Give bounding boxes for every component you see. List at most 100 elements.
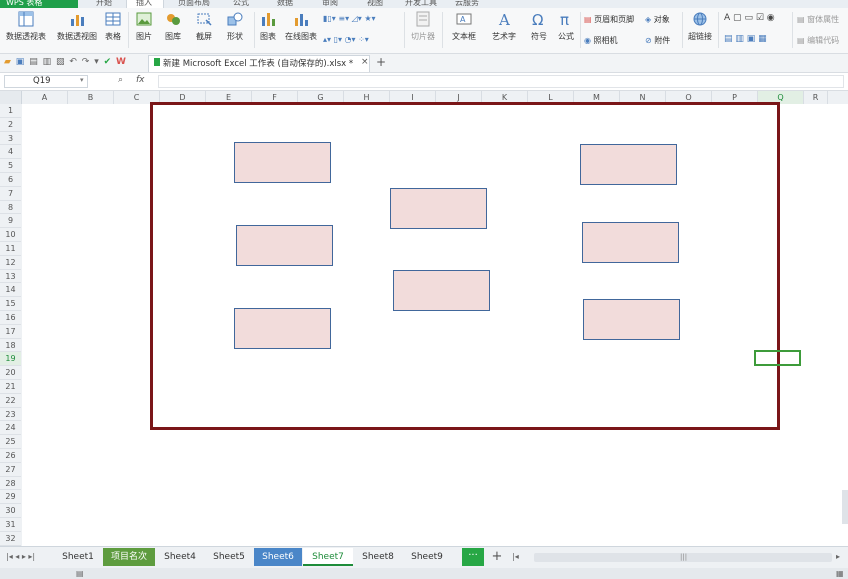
table-button[interactable]: 表格 bbox=[104, 11, 122, 49]
formula-button[interactable]: π 公式 bbox=[555, 11, 577, 49]
row-header[interactable]: 26 bbox=[0, 449, 21, 463]
row-header[interactable]: 5 bbox=[0, 159, 21, 173]
rectangle-shape[interactable] bbox=[236, 225, 333, 266]
row-header[interactable]: 19 bbox=[0, 352, 21, 367]
redo-icon[interactable]: ↷ bbox=[82, 57, 91, 67]
row-header[interactable]: 30 bbox=[0, 504, 21, 518]
column-header[interactable]: B bbox=[68, 91, 114, 104]
sheet-tab[interactable]: Sheet1 bbox=[54, 548, 102, 566]
column-header[interactable]: A bbox=[22, 91, 68, 104]
tab-review[interactable]: 审阅 bbox=[322, 0, 338, 8]
form-properties-button[interactable]: ▤ 窗体属性 bbox=[797, 14, 847, 25]
scroll-right-icon[interactable]: ▸ bbox=[836, 552, 840, 561]
prev-sheet-icon[interactable]: ◂ bbox=[15, 552, 19, 561]
tab-view[interactable]: 视图 bbox=[367, 0, 383, 8]
online-chart-button[interactable]: 在线图表 bbox=[282, 11, 320, 49]
formula-input[interactable] bbox=[158, 75, 844, 88]
chart-type-dropdowns-bottom[interactable]: ▴▾ ▯▾ ◔▾ ⁘▾ bbox=[323, 35, 369, 44]
attachment-button[interactable]: ⊘ 附件 bbox=[645, 35, 670, 46]
symbol-button[interactable]: Ω 符号 bbox=[526, 11, 552, 49]
wordart-button[interactable]: A 艺术字 bbox=[486, 11, 522, 49]
print-preview-icon[interactable]: ▤ bbox=[29, 57, 39, 67]
row-header[interactable]: 31 bbox=[0, 518, 21, 532]
row-header[interactable]: 12 bbox=[0, 256, 21, 270]
row-header[interactable]: 29 bbox=[0, 490, 21, 505]
rectangle-shape[interactable] bbox=[390, 188, 487, 229]
sheet-tab[interactable]: Sheet7 bbox=[303, 548, 353, 566]
macro-record-icon[interactable]: ▤ bbox=[76, 569, 84, 578]
edit-code-button[interactable]: ▤ 编辑代码 bbox=[797, 35, 847, 46]
row-header[interactable]: 4 bbox=[0, 145, 21, 160]
pivot-chart-button[interactable]: 数据透视图 bbox=[54, 11, 100, 49]
export-pdf-icon[interactable]: ▧ bbox=[56, 57, 66, 67]
scroll-left-icon[interactable]: |◂ bbox=[512, 552, 519, 561]
document-tab[interactable]: 新建 Microsoft Excel 工作表 (自动保存的).xlsx * bbox=[148, 55, 370, 72]
rectangle-shape[interactable] bbox=[580, 144, 677, 185]
shapes-button[interactable]: 形状 bbox=[222, 11, 248, 49]
screenshot-button[interactable]: 截屏 bbox=[192, 11, 216, 49]
check-icon[interactable]: ✔ bbox=[104, 57, 113, 67]
rectangle-shape[interactable] bbox=[234, 308, 331, 349]
chart-button[interactable]: 图表 bbox=[258, 11, 278, 49]
tab-cloud[interactable]: 云服务 bbox=[455, 0, 479, 8]
row-header[interactable]: 2 bbox=[0, 118, 21, 132]
normal-view-icon[interactable]: ▦ bbox=[836, 569, 844, 578]
row-header[interactable]: 23 bbox=[0, 408, 21, 422]
form-controls-top[interactable]: A ▢ ▭ ☑ ◉ bbox=[724, 13, 775, 23]
form-controls-bottom[interactable]: ▤ ▥ ▣ ▦ bbox=[724, 34, 767, 44]
print-icon[interactable]: ▥ bbox=[43, 57, 53, 67]
row-header[interactable]: 7 bbox=[0, 187, 21, 201]
row-header[interactable]: 9 bbox=[0, 214, 21, 229]
undo-icon[interactable]: ↶ bbox=[69, 57, 78, 67]
sheet-tab[interactable]: Sheet6 bbox=[254, 548, 302, 566]
open-folder-icon[interactable]: ▰ bbox=[4, 57, 12, 67]
row-header[interactable]: 15 bbox=[0, 297, 21, 311]
tab-insert[interactable]: 插入 bbox=[136, 0, 152, 8]
row-header[interactable]: 8 bbox=[0, 201, 21, 215]
row-header[interactable]: 25 bbox=[0, 435, 21, 449]
row-header[interactable]: 1 bbox=[0, 104, 21, 118]
app-menu-button[interactable]: WPS 表格 bbox=[0, 0, 78, 8]
row-header[interactable]: 18 bbox=[0, 339, 21, 353]
textbox-button[interactable]: A 文本框 bbox=[446, 11, 482, 49]
row-header[interactable]: 13 bbox=[0, 270, 21, 284]
rectangle-shape[interactable] bbox=[393, 270, 490, 311]
insert-function-button[interactable]: fx bbox=[136, 75, 145, 85]
vertical-scrollbar[interactable] bbox=[842, 490, 848, 524]
row-header[interactable]: 20 bbox=[0, 366, 21, 380]
row-header[interactable]: 27 bbox=[0, 463, 21, 477]
camera-button[interactable]: ◉ 照相机 bbox=[584, 35, 618, 46]
pivot-table-button[interactable]: 数据透视表 bbox=[4, 11, 48, 49]
wps-logo-icon[interactable]: W bbox=[116, 57, 127, 67]
row-header[interactable]: 21 bbox=[0, 380, 21, 394]
row-header[interactable]: 22 bbox=[0, 394, 21, 408]
hyperlink-button[interactable]: 超链接 bbox=[685, 11, 715, 49]
rectangle-shape[interactable] bbox=[582, 222, 679, 263]
tab-page-layout[interactable]: 页面布局 bbox=[178, 0, 210, 8]
picture-button[interactable]: 图片 bbox=[132, 11, 156, 49]
header-footer-button[interactable]: ▤ 页眉和页脚 bbox=[584, 14, 634, 25]
sheet-tab[interactable]: Sheet5 bbox=[205, 548, 253, 566]
add-sheet-icon[interactable]: + bbox=[490, 548, 504, 566]
rectangle-shape[interactable] bbox=[583, 299, 680, 340]
row-header[interactable]: 24 bbox=[0, 421, 21, 436]
last-sheet-icon[interactable]: ▸| bbox=[28, 552, 35, 561]
row-header[interactable]: 3 bbox=[0, 132, 21, 146]
save-icon[interactable]: ▣ bbox=[16, 57, 26, 67]
column-header[interactable]: R bbox=[804, 91, 828, 104]
row-header[interactable]: 28 bbox=[0, 477, 21, 491]
chart-type-dropdowns-top[interactable]: ▮▯▾ ≡▾ ◿▾ ★▾ bbox=[323, 14, 376, 23]
tab-developer[interactable]: 开发工具 bbox=[405, 0, 437, 8]
close-tab-icon[interactable]: × bbox=[361, 57, 369, 67]
row-header[interactable]: 10 bbox=[0, 228, 21, 242]
new-tab-icon[interactable]: + bbox=[376, 55, 386, 69]
first-sheet-icon[interactable]: |◂ bbox=[6, 552, 13, 561]
rectangle-shape[interactable] bbox=[234, 142, 331, 183]
object-button[interactable]: ◈ 对象 bbox=[645, 14, 670, 25]
sheet-tab[interactable]: Sheet8 bbox=[354, 548, 402, 566]
sheet-tab[interactable]: Sheet4 bbox=[156, 548, 204, 566]
tab-formulas[interactable]: 公式 bbox=[233, 0, 249, 8]
name-box[interactable]: Q19 bbox=[4, 75, 88, 88]
row-header[interactable]: 14 bbox=[0, 283, 21, 298]
tab-data[interactable]: 数据 bbox=[277, 0, 293, 8]
